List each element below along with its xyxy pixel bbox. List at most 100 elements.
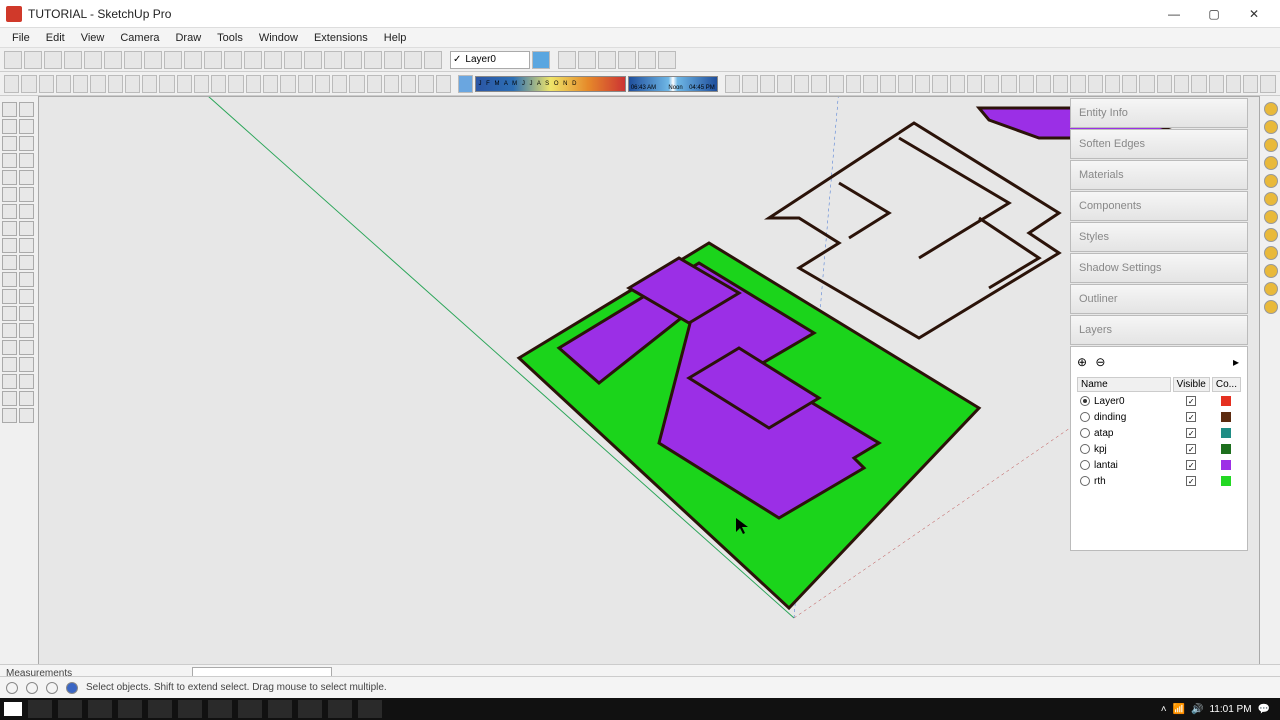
toolbar-button[interactable] bbox=[332, 75, 347, 93]
toolbar-button[interactable] bbox=[159, 75, 174, 93]
toolbar-button[interactable] bbox=[264, 51, 282, 69]
layer-row[interactable]: lantai bbox=[1080, 458, 1168, 472]
toolbar-button[interactable] bbox=[349, 75, 364, 93]
toolbar-button[interactable] bbox=[73, 75, 88, 93]
tool-button[interactable] bbox=[19, 289, 34, 304]
status-indicator[interactable] bbox=[26, 682, 38, 694]
tool-button[interactable] bbox=[1264, 246, 1278, 260]
maximize-button[interactable]: ▢ bbox=[1194, 0, 1234, 28]
toolbar-button[interactable] bbox=[280, 75, 295, 93]
taskbar-app[interactable] bbox=[208, 700, 232, 718]
toolbar-button[interactable] bbox=[228, 75, 243, 93]
toolbar-button[interactable] bbox=[184, 51, 202, 69]
toolbar-button[interactable] bbox=[1174, 75, 1189, 93]
toolbar-button[interactable] bbox=[384, 51, 402, 69]
tool-button[interactable] bbox=[19, 153, 34, 168]
toolbar-button[interactable] bbox=[164, 51, 182, 69]
toolbar-button[interactable] bbox=[1001, 75, 1016, 93]
toolbar-button[interactable] bbox=[90, 75, 105, 93]
toolbar-button[interactable] bbox=[4, 75, 19, 93]
taskbar-app[interactable] bbox=[358, 700, 382, 718]
taskbar-app[interactable] bbox=[328, 700, 352, 718]
add-layer-button[interactable]: ⊕ bbox=[1075, 355, 1089, 369]
layer-row[interactable]: rth bbox=[1080, 474, 1168, 488]
tool-button[interactable] bbox=[2, 187, 17, 202]
layer-color-swatch[interactable] bbox=[1221, 476, 1231, 486]
toolbar-button[interactable] bbox=[932, 75, 947, 93]
toolbar-button[interactable] bbox=[863, 75, 878, 93]
toolbar-button[interactable] bbox=[436, 75, 451, 93]
menu-help[interactable]: Help bbox=[376, 30, 415, 46]
menu-tools[interactable]: Tools bbox=[209, 30, 251, 46]
toolbar-button[interactable] bbox=[984, 75, 999, 93]
menu-camera[interactable]: Camera bbox=[112, 30, 167, 46]
toolbar-button[interactable] bbox=[304, 51, 322, 69]
start-button[interactable] bbox=[4, 702, 22, 716]
layer-row[interactable]: atap bbox=[1080, 426, 1168, 440]
toolbar-button[interactable] bbox=[1105, 75, 1120, 93]
layer-color-swatch[interactable] bbox=[1221, 460, 1231, 470]
toolbar-button[interactable] bbox=[1088, 75, 1103, 93]
tool-button[interactable] bbox=[19, 272, 34, 287]
tool-button[interactable] bbox=[19, 340, 34, 355]
toolbar-button[interactable] bbox=[777, 75, 792, 93]
toolbar-button[interactable] bbox=[829, 75, 844, 93]
taskbar-app[interactable] bbox=[88, 700, 112, 718]
tool-button[interactable] bbox=[2, 323, 17, 338]
toolbar-button[interactable] bbox=[384, 75, 399, 93]
tool-button[interactable] bbox=[1264, 156, 1278, 170]
toolbar-button[interactable] bbox=[124, 51, 142, 69]
shadow-month-slider[interactable]: J F M A M J J A S O N D bbox=[475, 76, 625, 92]
toolbar-button[interactable] bbox=[56, 75, 71, 93]
toolbar-button[interactable] bbox=[1157, 75, 1172, 93]
toolbar-button[interactable] bbox=[760, 75, 775, 93]
status-indicator[interactable] bbox=[46, 682, 58, 694]
layer-active-radio[interactable] bbox=[1080, 396, 1090, 406]
remove-layer-button[interactable]: ⊖ bbox=[1093, 355, 1107, 369]
toolbar-button[interactable] bbox=[244, 51, 262, 69]
tool-button[interactable] bbox=[2, 204, 17, 219]
toolbar-button[interactable] bbox=[1243, 75, 1258, 93]
tray-wifi-icon[interactable]: 📶 bbox=[1173, 704, 1185, 715]
toolbar-button[interactable] bbox=[104, 51, 122, 69]
tool-button[interactable] bbox=[2, 221, 17, 236]
toolbar-button[interactable] bbox=[125, 75, 140, 93]
layer-row[interactable]: dinding bbox=[1080, 410, 1168, 424]
tool-button[interactable] bbox=[19, 170, 34, 185]
toolbar-button[interactable] bbox=[1070, 75, 1085, 93]
tool-button[interactable] bbox=[2, 119, 17, 134]
toolbar-button[interactable] bbox=[558, 51, 576, 69]
tool-button[interactable] bbox=[2, 238, 17, 253]
toolbar-button[interactable] bbox=[1191, 75, 1206, 93]
toolbar-button[interactable] bbox=[177, 75, 192, 93]
toolbar-button[interactable] bbox=[424, 51, 442, 69]
layer-active-radio[interactable] bbox=[1080, 476, 1090, 486]
tool-button[interactable] bbox=[2, 136, 17, 151]
toolbar-button[interactable] bbox=[246, 75, 261, 93]
tool-button[interactable] bbox=[2, 340, 17, 355]
menu-window[interactable]: Window bbox=[251, 30, 306, 46]
tool-button[interactable] bbox=[19, 374, 34, 389]
toolbar-button[interactable] bbox=[211, 75, 226, 93]
tool-button[interactable] bbox=[2, 272, 17, 287]
toolbar-button[interactable] bbox=[742, 75, 757, 93]
tray-layers[interactable]: Layers bbox=[1070, 315, 1248, 345]
tool-button[interactable] bbox=[1264, 210, 1278, 224]
toolbar-button[interactable] bbox=[578, 51, 596, 69]
layer-color-swatch[interactable] bbox=[1221, 396, 1231, 406]
toolbar-button[interactable] bbox=[1019, 75, 1034, 93]
toolbar-button[interactable] bbox=[204, 51, 222, 69]
taskbar-app[interactable] bbox=[118, 700, 142, 718]
col-name[interactable]: Name bbox=[1077, 377, 1171, 392]
toolbar-button[interactable] bbox=[224, 51, 242, 69]
toolbar-button[interactable] bbox=[618, 51, 636, 69]
toolbar-button[interactable] bbox=[344, 51, 362, 69]
tool-button[interactable] bbox=[2, 255, 17, 270]
toolbar-button[interactable] bbox=[418, 75, 433, 93]
tool-button[interactable] bbox=[19, 238, 34, 253]
toolbar-button[interactable] bbox=[108, 75, 123, 93]
tray-outliner[interactable]: Outliner bbox=[1070, 284, 1248, 314]
layer-active-radio[interactable] bbox=[1080, 460, 1090, 470]
tool-button[interactable] bbox=[19, 391, 34, 406]
toolbar-button[interactable] bbox=[725, 75, 740, 93]
